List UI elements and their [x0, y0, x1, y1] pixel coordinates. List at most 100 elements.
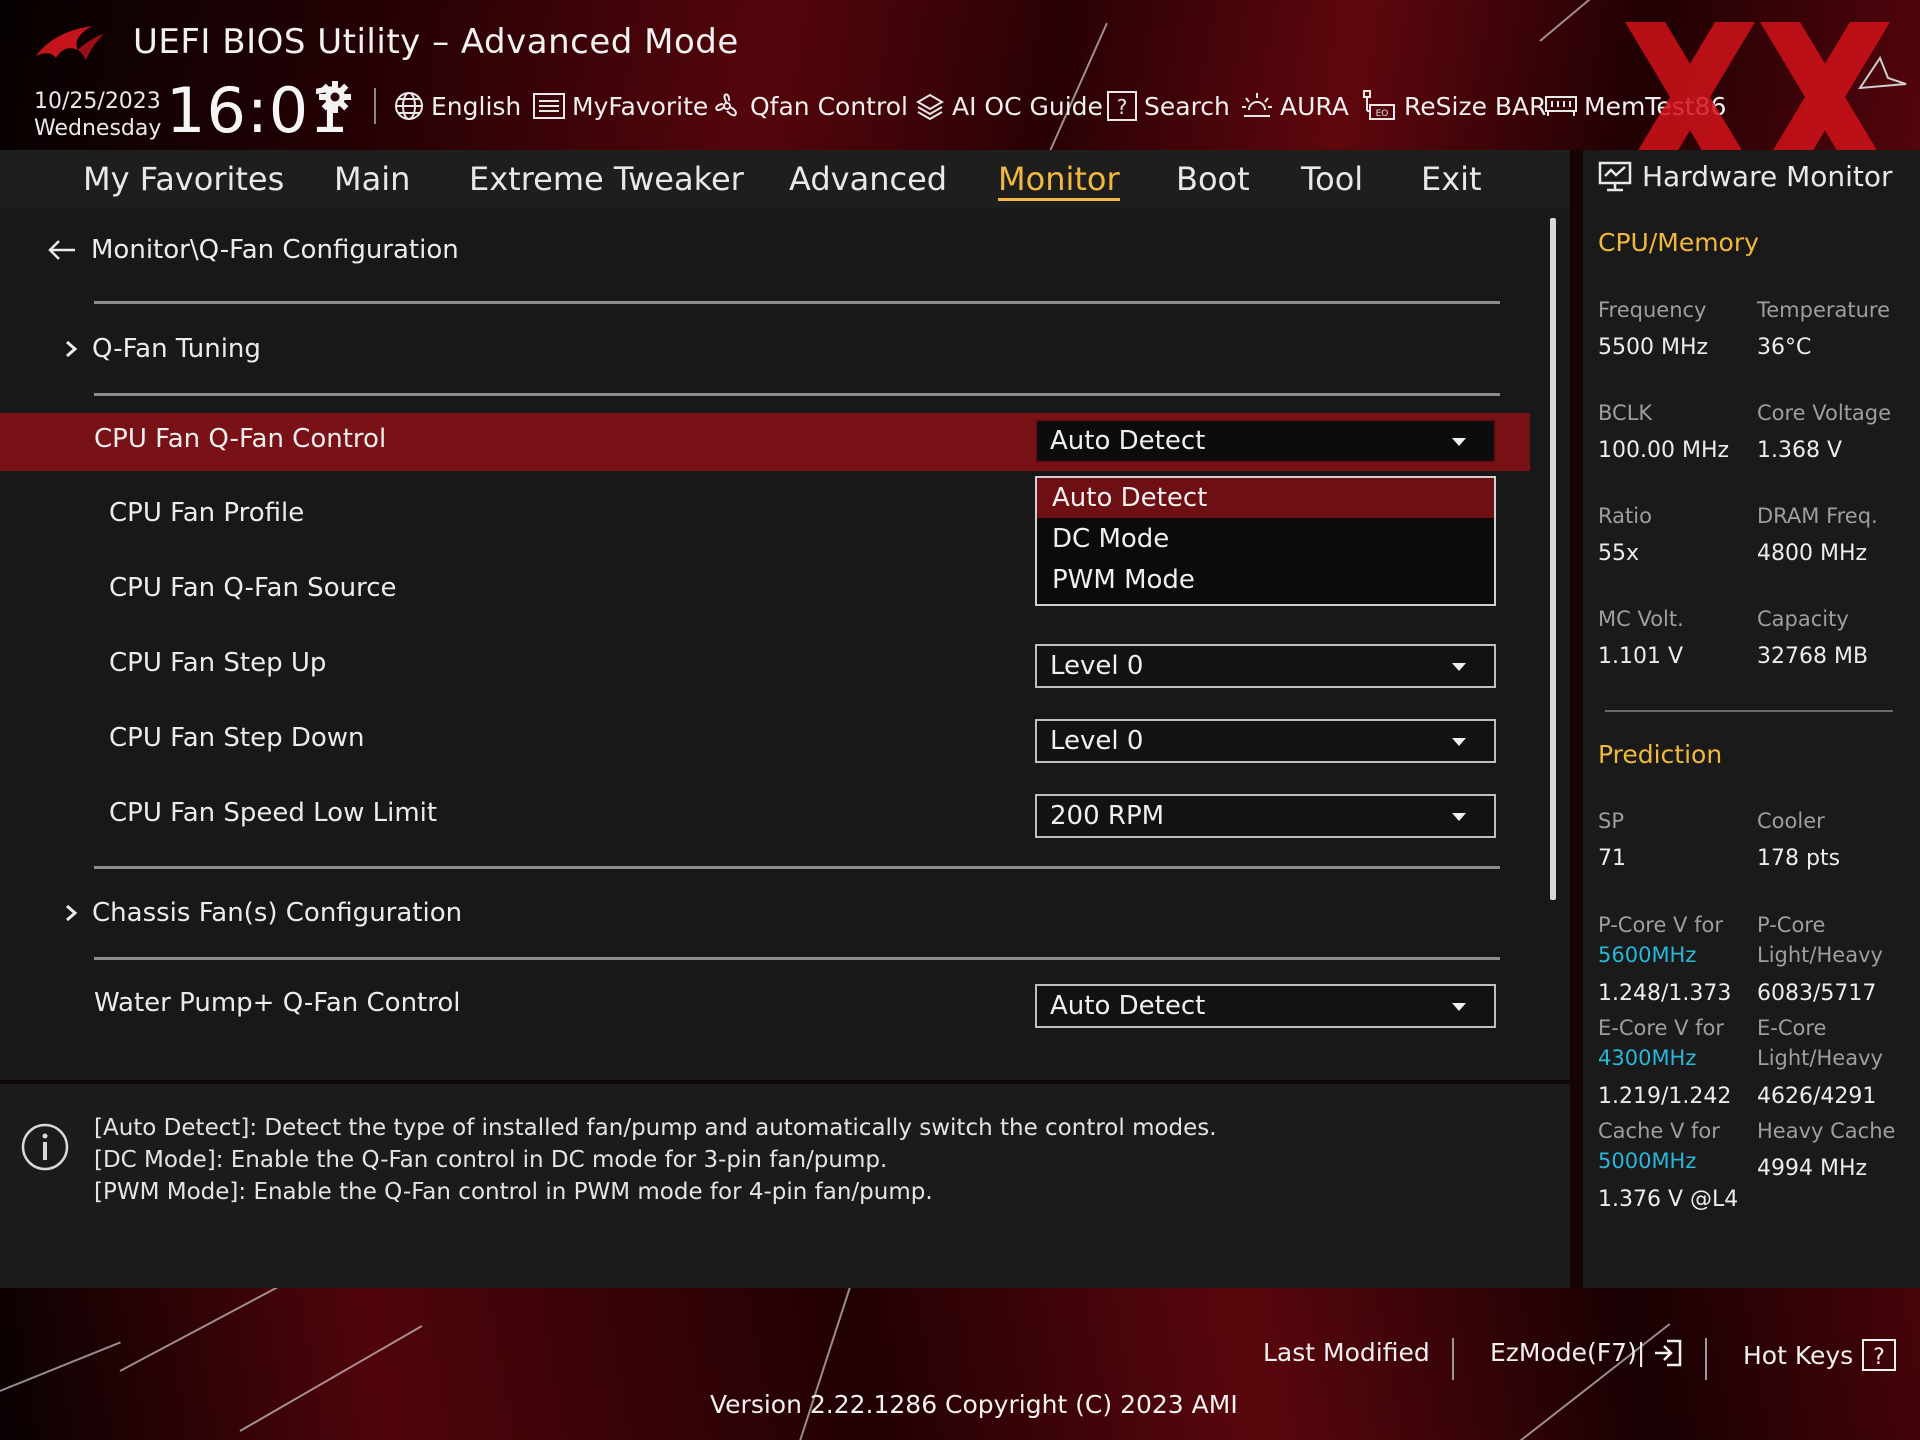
ecore-v-label: E-Core V for	[1598, 1016, 1725, 1040]
chevron-down-icon	[1452, 663, 1466, 671]
search-button[interactable]: ? Search	[1106, 86, 1230, 126]
divider	[94, 301, 1500, 304]
hot-keys-label: Hot Keys	[1743, 1340, 1854, 1370]
qfan-control-label: Qfan Control	[750, 91, 908, 121]
dropdown-option-auto-detect[interactable]: Auto Detect	[1037, 478, 1494, 518]
hardware-monitor-title-label: Hardware Monitor	[1642, 160, 1893, 193]
myfavorite-button[interactable]: MyFavorite	[532, 86, 708, 126]
breadcrumb-label: Monitor\Q-Fan Configuration	[91, 235, 459, 265]
monitor-icon	[1598, 161, 1632, 191]
cpu-fan-speed-low-limit-label: CPU Fan Speed Low Limit	[109, 798, 438, 828]
ecore-light-heavy-value: 4626/4291	[1757, 1084, 1877, 1109]
exit-to-ezmode-icon	[1655, 1339, 1682, 1366]
help-search-icon: ?	[1107, 91, 1137, 121]
cpu-fan-profile-label: CPU Fan Profile	[109, 498, 305, 528]
tab-advanced[interactable]: Advanced	[789, 160, 947, 198]
tab-exit[interactable]: Exit	[1421, 160, 1482, 198]
pcore-v-value: 1.248/1.373	[1598, 981, 1732, 1006]
tab-monitor[interactable]: Monitor	[998, 160, 1120, 201]
gear-icon[interactable]	[318, 80, 352, 114]
language-label: English	[431, 91, 522, 121]
pcore-v-frequency: 5600MHz	[1598, 943, 1697, 967]
tab-my-favorites[interactable]: My Favorites	[83, 160, 284, 198]
last-modified-button[interactable]: Last Modified	[1263, 1338, 1430, 1367]
cpu-fan-speed-low-limit-value: 200 RPM	[1050, 801, 1165, 831]
chassis-fans-item[interactable]: Chassis Fan(s) Configuration	[64, 898, 462, 928]
bclk-label: BCLK	[1598, 401, 1653, 425]
qfan-control-dropdown[interactable]: Auto Detect DC Mode PWM Mode	[1035, 476, 1496, 606]
sp-label: SP	[1598, 809, 1624, 833]
cache-v-value: 1.376 V @L4	[1598, 1187, 1739, 1212]
tab-tool[interactable]: Tool	[1301, 160, 1363, 198]
cpu-fan-step-down-select[interactable]: Level 0	[1035, 719, 1496, 763]
footer-divider	[1452, 1338, 1454, 1380]
qfan-control-button[interactable]: Qfan Control	[710, 86, 908, 126]
sp-value: 71	[1598, 846, 1626, 871]
tab-boot[interactable]: Boot	[1176, 160, 1250, 198]
dropdown-option-dc-mode[interactable]: DC Mode	[1037, 519, 1494, 559]
ezmode-button[interactable]: EzMode(F7)|	[1490, 1338, 1683, 1367]
language-button[interactable]: English	[393, 86, 521, 126]
water-pump-qfan-control-select[interactable]: Auto Detect	[1035, 984, 1496, 1028]
date-text: 10/25/2023	[34, 89, 161, 114]
tab-extreme-tweaker[interactable]: Extreme Tweaker	[469, 160, 744, 198]
svg-text:?: ?	[1873, 1345, 1885, 1370]
heavy-cache-label: Heavy Cache	[1757, 1119, 1896, 1143]
divider	[94, 393, 1500, 396]
chevron-down-icon	[1452, 813, 1466, 821]
cpu-fan-step-down-value: Level 0	[1050, 726, 1144, 756]
memory-icon	[1545, 96, 1577, 116]
chassis-fans-label: Chassis Fan(s) Configuration	[92, 898, 463, 928]
memtest-button[interactable]: MemTest86	[1544, 86, 1726, 126]
mc-volt-value: 1.101 V	[1598, 644, 1684, 669]
prediction-heading: Prediction	[1598, 740, 1723, 769]
resize-bar-icon: EO	[1363, 90, 1395, 120]
ecore-light-heavy-label: Light/Heavy	[1757, 1046, 1883, 1070]
temperature-label: Temperature	[1757, 298, 1891, 322]
chevron-down-icon	[1452, 1003, 1466, 1011]
myfavorite-label: MyFavorite	[572, 91, 709, 121]
breadcrumb[interactable]: Monitor\Q-Fan Configuration	[47, 235, 459, 265]
hot-keys-button[interactable]: Hot Keys ?	[1743, 1338, 1897, 1372]
resize-bar-label: ReSize BAR	[1404, 91, 1547, 121]
help-text-line: [PWM Mode]: Enable the Q-Fan control in …	[94, 1179, 933, 1205]
water-pump-qfan-control-label: Water Pump+ Q-Fan Control	[94, 988, 461, 1018]
tab-main[interactable]: Main	[334, 160, 410, 198]
qfan-tuning-item[interactable]: Q-Fan Tuning	[64, 334, 261, 364]
cpu-fan-speed-low-limit-select[interactable]: 200 RPM	[1035, 794, 1496, 838]
hardware-monitor-divider	[1605, 710, 1893, 712]
search-label: Search	[1144, 91, 1230, 121]
cpu-fan-step-up-select[interactable]: Level 0	[1035, 644, 1496, 688]
pcore-v-label: P-Core V for	[1598, 913, 1723, 937]
help-text-line: [DC Mode]: Enable the Q-Fan control in D…	[94, 1147, 888, 1173]
scrollbar[interactable]	[1550, 218, 1556, 900]
pcore-light-heavy-label: P-Core	[1757, 913, 1826, 937]
footer-divider	[1705, 1338, 1707, 1380]
last-modified-label: Last Modified	[1263, 1338, 1430, 1367]
cache-v-label: Cache V for	[1598, 1119, 1720, 1143]
resize-bar-button[interactable]: EO ReSize BAR	[1362, 86, 1547, 126]
aura-button[interactable]: AURA	[1240, 86, 1349, 126]
cache-v-frequency: 5000MHz	[1598, 1149, 1697, 1173]
svg-text:EO: EO	[1376, 109, 1389, 119]
frequency-label: Frequency	[1598, 298, 1707, 322]
cpu-fan-step-up-value: Level 0	[1050, 651, 1144, 681]
pcore-light-heavy-value: 6083/5717	[1757, 981, 1877, 1006]
globe-icon	[395, 92, 423, 120]
ai-oc-guide-button[interactable]: AI OC Guide	[914, 86, 1103, 126]
dropdown-option-pwm-mode[interactable]: PWM Mode	[1037, 560, 1494, 600]
cpu-fan-qfan-control-select[interactable]: Auto Detect	[1035, 419, 1496, 463]
capacity-value: 32768 MB	[1757, 644, 1869, 669]
qfan-tuning-label: Q-Fan Tuning	[92, 334, 261, 364]
favorite-list-icon	[533, 93, 565, 119]
core-voltage-value: 1.368 V	[1757, 438, 1843, 463]
ratio-label: Ratio	[1598, 504, 1652, 528]
cooler-label: Cooler	[1757, 809, 1825, 833]
mc-volt-label: MC Volt.	[1598, 607, 1684, 631]
ecore-v-frequency: 4300MHz	[1598, 1046, 1697, 1070]
cpu-fan-step-down-label: CPU Fan Step Down	[109, 723, 365, 753]
cooler-value: 178 pts	[1757, 846, 1841, 871]
cpu-memory-heading: CPU/Memory	[1598, 228, 1759, 257]
cpu-fan-qfan-control-value: Auto Detect	[1050, 426, 1206, 456]
ecore-light-heavy-label: E-Core	[1757, 1016, 1827, 1040]
